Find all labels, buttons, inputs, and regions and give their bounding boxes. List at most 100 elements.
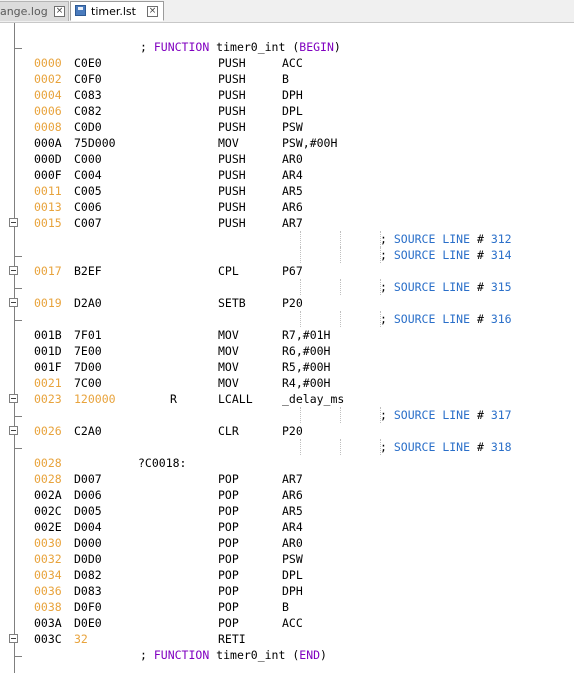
opcode-bytes: C2A0 xyxy=(74,424,102,438)
function-end-line: ; FUNCTION timer0_int (END) xyxy=(0,647,574,663)
address: 0034 xyxy=(34,568,62,582)
comment-prefix: ; xyxy=(380,280,394,294)
code-line: ; SOURCE LINE # 317 xyxy=(0,407,574,423)
operand: R6,#00H xyxy=(282,344,331,358)
code-line: 0017 B2EF CPL P67 xyxy=(0,263,574,279)
address: 001D xyxy=(34,344,62,358)
address: 0026 xyxy=(34,424,62,438)
mnemonic: CLR xyxy=(218,424,239,438)
operand: AR4 xyxy=(282,168,303,182)
tab-change-log[interactable]: hange.log × xyxy=(0,1,69,21)
opcode-bytes: D0E0 xyxy=(74,616,102,630)
tab-label: timer.lst xyxy=(91,5,136,18)
opcode-bytes: C007 xyxy=(74,216,102,230)
opcode-bytes: D0F0 xyxy=(74,600,102,614)
comment-prefix: ; xyxy=(380,440,394,454)
mnemonic: PUSH xyxy=(218,152,246,166)
address: 0028 xyxy=(34,472,62,486)
indent-guide xyxy=(300,247,301,263)
mnemonic: MOV xyxy=(218,136,239,150)
comment-hash: # xyxy=(470,248,491,262)
operand: AR7 xyxy=(282,472,303,486)
function-tag: END xyxy=(299,648,321,662)
code-line: ; SOURCE LINE # 316 xyxy=(0,311,574,327)
opcode-bytes: D0D0 xyxy=(74,552,102,566)
close-paren: ) xyxy=(320,648,327,662)
indent-guide xyxy=(300,279,301,295)
code-line: 001F 7D00 MOV R5,#00H xyxy=(0,359,574,375)
comment-keyword: SOURCE LINE xyxy=(393,280,471,294)
operand: B xyxy=(282,600,289,614)
source-line-comment: ; SOURCE LINE # 318 xyxy=(380,439,512,455)
mnemonic: PUSH xyxy=(218,184,246,198)
address: 0017 xyxy=(34,264,62,278)
comment-prefix: ; xyxy=(380,312,394,326)
address: 0021 xyxy=(34,376,62,390)
comment-line-number: 318 xyxy=(490,440,512,454)
indent-guide xyxy=(300,311,301,327)
mnemonic: POP xyxy=(218,584,239,598)
comment-keyword: SOURCE LINE xyxy=(393,248,471,262)
comment-prefix: ; xyxy=(140,40,154,54)
mnemonic: MOV xyxy=(218,328,239,342)
address: 0013 xyxy=(34,200,62,214)
tab-label: hange.log xyxy=(0,5,48,18)
fold-toggle-icon[interactable] xyxy=(9,426,18,435)
code-line: 001D 7E00 MOV R6,#00H xyxy=(0,343,574,359)
code-line: 0028 ?C0018: xyxy=(0,455,574,471)
fold-toggle-icon[interactable] xyxy=(9,634,18,643)
comment-prefix: ; xyxy=(380,408,394,422)
code-line: 002C D005 POP AR5 xyxy=(0,503,574,519)
code-line: 000F C004 PUSH AR4 xyxy=(0,167,574,183)
operand: DPL xyxy=(282,104,303,118)
code-line: 0023 120000 R LCALL _delay_ms xyxy=(0,391,574,407)
opcode-bytes: 7F01 xyxy=(74,328,102,342)
function-name: timer0_int ( xyxy=(209,648,300,662)
mnemonic: POP xyxy=(218,600,239,614)
comment-keyword: SOURCE LINE xyxy=(393,232,471,246)
comment-hash: # xyxy=(470,408,491,422)
function-marker: ; FUNCTION timer0_int (BEGIN) xyxy=(140,39,341,55)
opcode-bytes: C083 xyxy=(74,88,102,102)
opcode-bytes: 7E00 xyxy=(74,344,102,358)
close-icon[interactable]: × xyxy=(147,6,158,17)
address: 000D xyxy=(34,152,62,166)
fold-toggle-icon[interactable] xyxy=(9,394,18,403)
comment-prefix: ; xyxy=(140,648,154,662)
mnemonic: MOV xyxy=(218,360,239,374)
address: 000F xyxy=(34,168,62,182)
code-line: 002E D004 POP AR4 xyxy=(0,519,574,535)
fold-toggle-icon[interactable] xyxy=(9,218,18,227)
opcode-bytes: D082 xyxy=(74,568,102,582)
mnemonic: POP xyxy=(218,552,239,566)
source-line-comment: ; SOURCE LINE # 312 xyxy=(380,231,512,247)
opcode-bytes: 120000 xyxy=(74,392,116,406)
code-line: ; SOURCE LINE # 318 xyxy=(0,439,574,455)
tab-bar: hange.log × timer.lst × xyxy=(0,0,574,23)
source-line-comment: ; SOURCE LINE # 314 xyxy=(380,247,512,263)
indent-guide xyxy=(340,231,341,247)
operand: AR7 xyxy=(282,216,303,230)
mnemonic: SETB xyxy=(218,296,246,310)
close-icon[interactable]: × xyxy=(54,6,65,17)
indent-guide xyxy=(300,439,301,455)
operand: AR0 xyxy=(282,152,303,166)
close-paren: ) xyxy=(333,40,341,54)
comment-line-number: 315 xyxy=(490,280,512,294)
opcode-bytes: C0E0 xyxy=(74,56,102,70)
indent-guide xyxy=(300,407,301,423)
code-line: 0026 C2A0 CLR P20 xyxy=(0,423,574,439)
operand: AR5 xyxy=(282,184,303,198)
fold-end-marker xyxy=(14,439,22,449)
opcode-bytes: C0F0 xyxy=(74,72,102,86)
operand: PSW xyxy=(282,552,303,566)
mnemonic: PUSH xyxy=(218,104,246,118)
operand: AR4 xyxy=(282,520,303,534)
fold-toggle-icon[interactable] xyxy=(9,298,18,307)
fold-toggle-icon[interactable] xyxy=(9,266,18,275)
code-editor[interactable]: ; FUNCTION timer0_int (BEGIN) 0000 C0E0 PUS… xyxy=(0,23,574,673)
code-line: 0004 C083 PUSH DPH xyxy=(0,87,574,103)
function-keyword: FUNCTION xyxy=(153,648,210,662)
tab-timer-lst[interactable]: timer.lst × xyxy=(70,1,164,21)
comment-keyword: SOURCE LINE xyxy=(393,440,471,454)
